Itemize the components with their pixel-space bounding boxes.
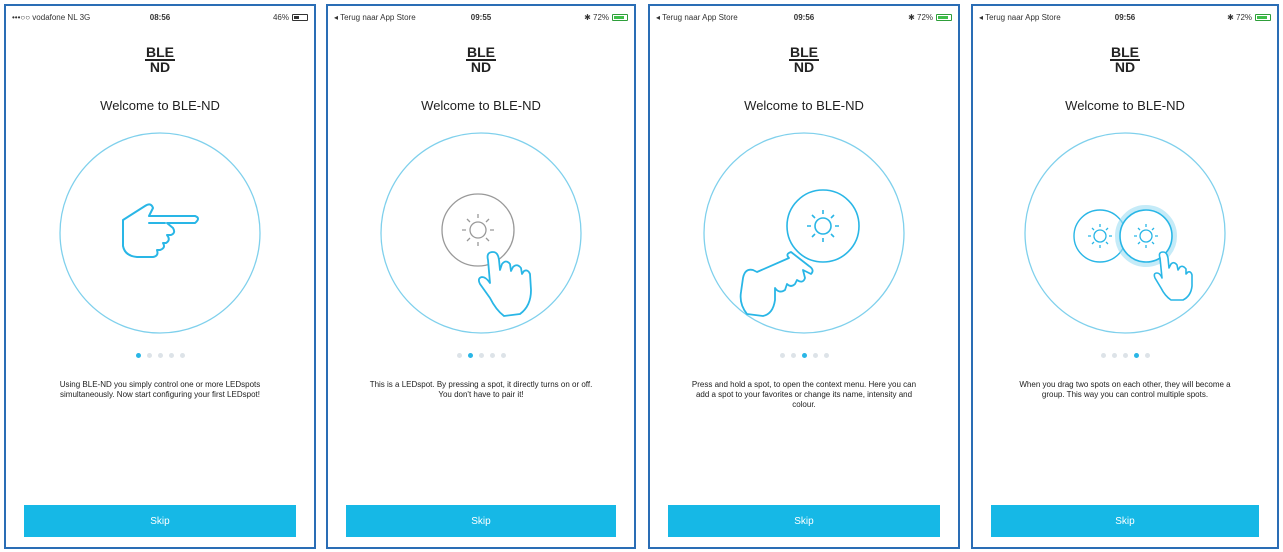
battery-icon	[612, 14, 628, 21]
page-dot	[1122, 353, 1128, 358]
battery-percent: 46%	[272, 13, 289, 22]
page-dot	[1133, 353, 1139, 358]
page-dot	[1144, 353, 1150, 358]
page-dot	[168, 353, 174, 358]
page-dot	[478, 353, 484, 358]
page-dot	[1111, 353, 1117, 358]
skip-button[interactable]: Skip	[346, 505, 616, 537]
tapping-hand-icon	[477, 251, 532, 317]
press-hold-illustration	[703, 132, 905, 334]
clock: 08:56	[149, 13, 171, 22]
description-text: When you drag two spots on each other, t…	[1019, 380, 1231, 399]
page-dot	[779, 353, 785, 358]
status-bar: ◂ Terug naar App Store 09:55 ✱ 72%	[334, 13, 628, 27]
welcome-title: Welcome to BLE-ND	[1065, 98, 1185, 113]
app-logo: BLE ND	[789, 44, 819, 75]
sun-icon	[807, 210, 839, 242]
app-logo: BLE ND	[1110, 44, 1140, 75]
sun-icon	[1088, 224, 1112, 248]
battery-percent: ✱ 72%	[908, 13, 933, 22]
page-dot	[179, 353, 185, 358]
page-dot	[146, 353, 152, 358]
page-dot	[489, 353, 495, 358]
page-indicator	[328, 353, 634, 358]
tap-spot-illustration	[380, 132, 582, 334]
page-indicator	[6, 353, 314, 358]
page-dot	[500, 353, 506, 358]
ledspot-off-icon	[441, 193, 515, 267]
onboarding-screen-3: ◂ Terug naar App Store 09:56 ✱ 72% BLE ND…	[648, 4, 960, 549]
status-bar: •••○○ vodafone NL 3G 08:56 46%	[12, 13, 308, 27]
page-dot	[1100, 353, 1106, 358]
battery-percent: ✱ 72%	[1227, 13, 1252, 22]
app-logo: BLE ND	[145, 44, 175, 75]
pressing-hand-icon	[739, 251, 814, 317]
group-spots-illustration	[1024, 132, 1226, 334]
ledspot-on-icon	[786, 189, 860, 263]
sun-icon	[462, 214, 494, 246]
dragging-hand-icon	[1153, 251, 1193, 301]
page-dot	[456, 353, 462, 358]
battery-icon	[936, 14, 952, 21]
app-logo: BLE ND	[466, 44, 496, 75]
page-dot	[157, 353, 163, 358]
battery-icon	[292, 14, 308, 21]
onboarding-screen-1: •••○○ vodafone NL 3G 08:56 46% BLE ND Wel…	[4, 4, 316, 549]
illustration	[6, 128, 314, 338]
page-dot	[812, 353, 818, 358]
status-bar: ◂ Terug naar App Store 09:56 ✱ 72%	[656, 13, 952, 27]
page-indicator	[973, 353, 1277, 358]
page-dot	[467, 353, 473, 358]
page-dot	[135, 353, 141, 358]
page-dot	[790, 353, 796, 358]
illustration	[973, 128, 1277, 338]
page-dot	[823, 353, 829, 358]
page-dot	[801, 353, 807, 358]
pointing-hand-illustration	[59, 132, 261, 334]
welcome-title: Welcome to BLE-ND	[100, 98, 220, 113]
description-text: This is a LEDspot. By pressing a spot, i…	[369, 380, 593, 399]
battery-percent: ✱ 72%	[584, 13, 609, 22]
skip-button[interactable]: Skip	[24, 505, 296, 537]
page-indicator	[650, 353, 958, 358]
pointing-hand-icon	[122, 203, 199, 258]
description-text: Using BLE-ND you simply control one or m…	[59, 380, 261, 399]
skip-button[interactable]: Skip	[991, 505, 1259, 537]
welcome-title: Welcome to BLE-ND	[744, 98, 864, 113]
description-text: Press and hold a spot, to open the conte…	[691, 380, 917, 409]
status-bar: ◂ Terug naar App Store 09:56 ✱ 72%	[979, 13, 1271, 27]
onboarding-screen-4: ◂ Terug naar App Store 09:56 ✱ 72% BLE ND…	[971, 4, 1279, 549]
battery-icon	[1255, 14, 1271, 21]
illustration	[328, 128, 634, 338]
skip-button[interactable]: Skip	[668, 505, 940, 537]
illustration	[650, 128, 958, 338]
welcome-title: Welcome to BLE-ND	[421, 98, 541, 113]
onboarding-screen-2: ◂ Terug naar App Store 09:55 ✱ 72% BLE ND…	[326, 4, 636, 549]
